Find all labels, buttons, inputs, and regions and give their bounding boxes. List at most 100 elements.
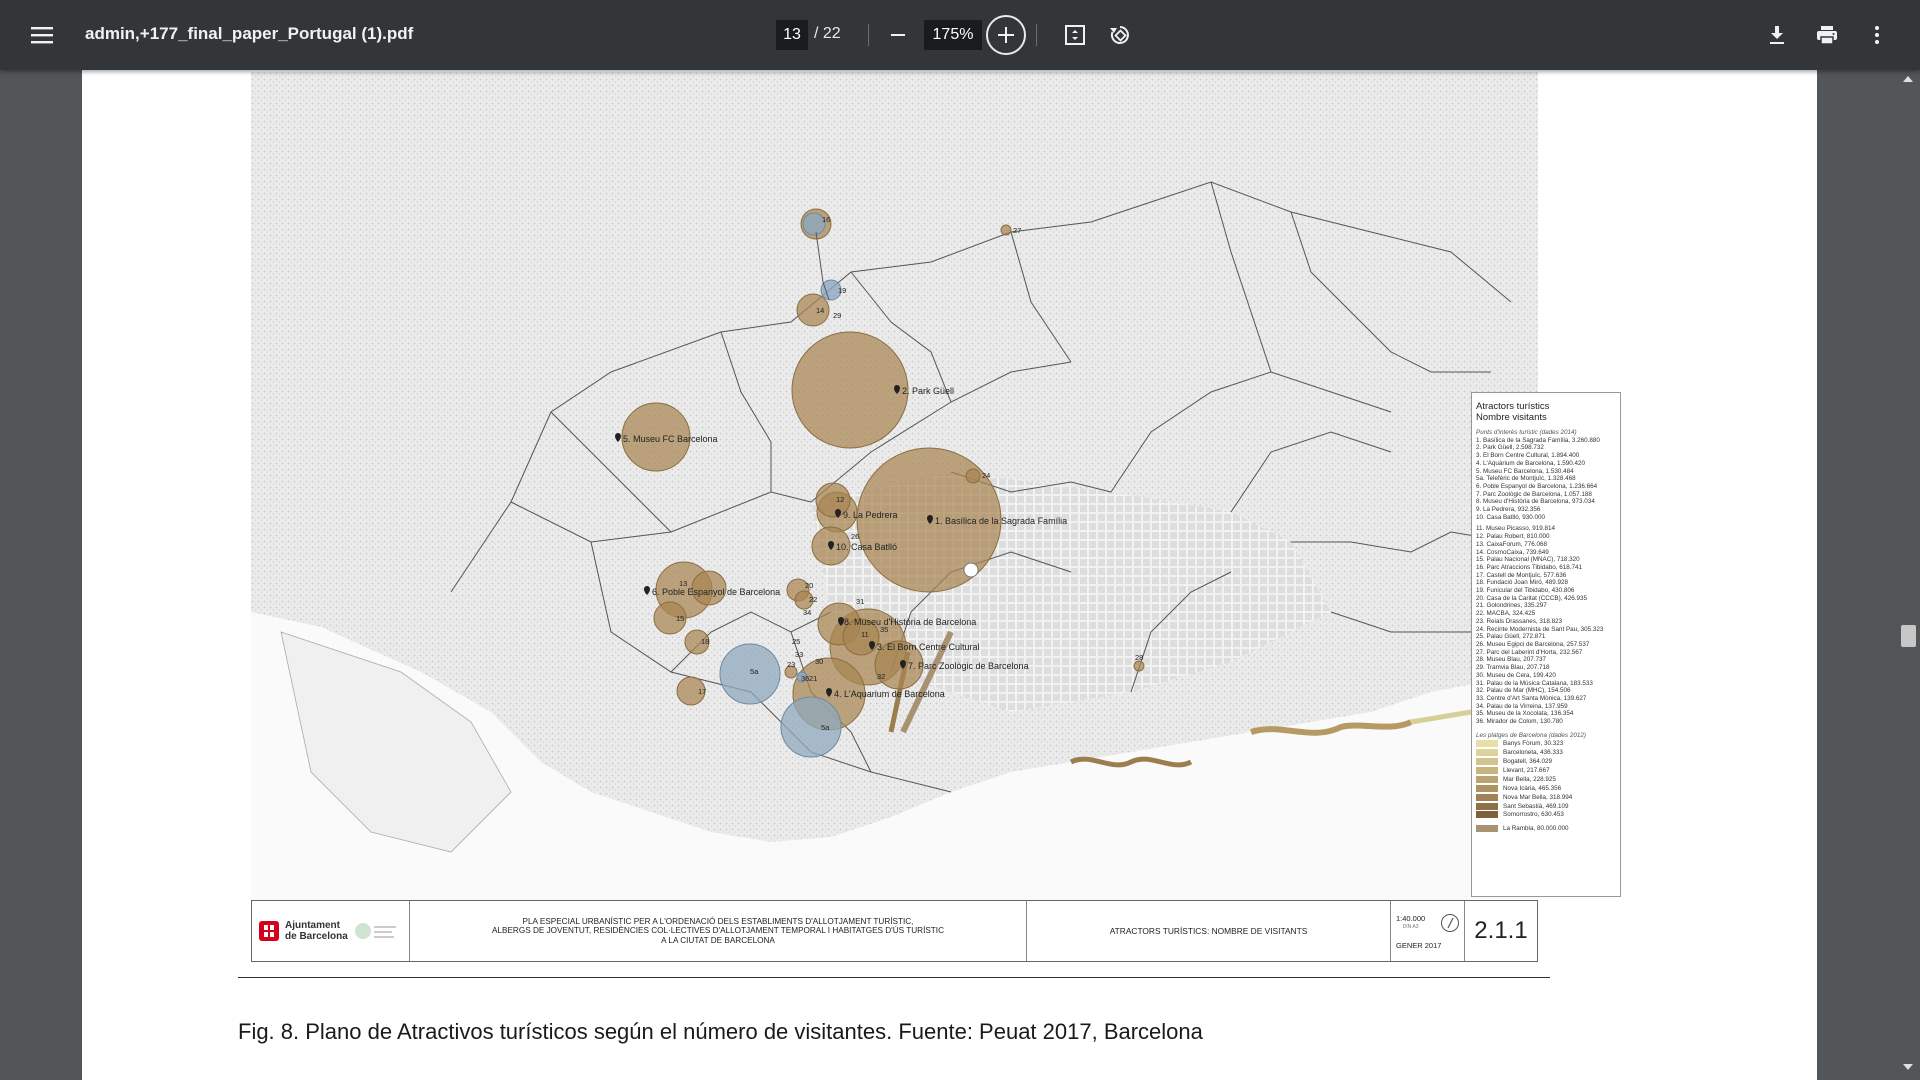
legend-entry: 8. Museu d'Història de Barcelona, 973.03…	[1476, 498, 1595, 506]
page-number-input[interactable]: 13	[776, 20, 808, 50]
download-button[interactable]	[1759, 17, 1795, 53]
legend-entry: 19. Funicular del Tibidabo, 430.806	[1476, 587, 1575, 595]
rotate-button[interactable]	[1102, 17, 1138, 53]
label-31: 31	[856, 597, 864, 606]
plus-icon	[998, 27, 1014, 43]
svg-text:1. Basílica de la Sagrada Famí: 1. Basílica de la Sagrada Família	[935, 516, 1067, 526]
scroll-down-arrow-icon[interactable]	[1903, 1064, 1913, 1070]
pdf-toolbar: admin,+177_final_paper_Portugal (1).pdf …	[0, 0, 1920, 70]
legend-entry: 18. Fundació Joan Miró, 489.928	[1476, 579, 1569, 587]
label-21: 21	[809, 674, 817, 683]
legend-entry: 11. Museu Picasso, 919.814	[1476, 525, 1555, 533]
legend-subtitle: Nombre visitants	[1476, 412, 1547, 423]
fit-page-button[interactable]	[1057, 17, 1093, 53]
label-13: 13	[679, 579, 687, 588]
svg-text:8. Museu d'Història de Barcelo: 8. Museu d'Història de Barcelona	[844, 617, 976, 627]
print-icon	[1817, 26, 1837, 45]
legend-entry: 3. El Born Centre Cultural, 1.894.400	[1476, 452, 1580, 460]
legend-entry: 29. Tramvia Blau, 207.718	[1476, 664, 1550, 672]
legend-entry: 30. Museu de Cera, 199.420	[1476, 671, 1556, 679]
legend-entry: 27. Parc del Laberint d'Horta, 232.567	[1476, 648, 1583, 656]
label-30: 30	[815, 657, 823, 666]
logo-text: de Barcelona	[285, 931, 348, 942]
map-legend: Atractors turístics Nombre visitants Pun…	[1471, 392, 1621, 897]
label-11: 11	[861, 630, 869, 639]
legend-beach-list: Banys Fòrum, 30.323 Barceloneta, 436.333 B…	[1476, 740, 1616, 819]
legend-beach-entry: Barceloneta, 436.333	[1476, 749, 1616, 757]
legend-entry: 22. MACBA, 324.425	[1476, 610, 1536, 618]
legend-swatch	[1476, 825, 1498, 833]
legend-beach-entry: Bogatell, 364.029	[1476, 758, 1616, 766]
minus-icon	[891, 34, 905, 36]
legend-entry: 9. La Pedrera, 932.356	[1476, 506, 1541, 514]
svg-text:3. El Born Centre Cultural: 3. El Born Centre Cultural	[877, 642, 980, 652]
rotate-icon	[1110, 26, 1129, 44]
bubble-park-guell	[791, 331, 909, 449]
plan-title: PLA ESPECIAL URBANÍSTIC PER A L'ORDENACI…	[410, 901, 1027, 961]
ajuntament-logo: Ajuntament de Barcelona	[252, 901, 410, 961]
print-button[interactable]	[1809, 17, 1845, 53]
label-19: 19	[838, 286, 846, 295]
label-17: 17	[698, 687, 706, 696]
label-museu-fcb: 5. Museu FC Barcelona	[615, 433, 718, 444]
svg-text:2. Park Güell: 2. Park Güell	[902, 386, 954, 396]
legend-items-top: 1. Basílica de la Sagrada Família, 3.260…	[1476, 437, 1616, 522]
page-count: / 22	[814, 25, 841, 42]
zoom-level-input[interactable]: 175%	[924, 20, 982, 50]
legend-beach-entry: Sant Sebastià, 469.109	[1476, 802, 1616, 811]
bubble-5a-south	[780, 696, 842, 758]
download-icon	[1770, 26, 1784, 44]
bubble-27	[1000, 224, 1012, 236]
scrollbar-thumb[interactable]	[1901, 625, 1916, 647]
sheet-number: 2.1.1	[1474, 917, 1528, 944]
svg-text:7. Parc Zoològic de Barcelona: 7. Parc Zoològic de Barcelona	[908, 661, 1029, 671]
label-24: 24	[982, 471, 990, 480]
legend-beach-entry: Nova Icària, 465.356	[1476, 784, 1616, 793]
label-33: 33	[795, 650, 803, 659]
bubble-24	[965, 468, 981, 484]
legend-section-points: Punts d'interès turístic (dades 2014)	[1476, 429, 1577, 436]
map-title-block: Ajuntament de Barcelona PLA ESPECIAL URB…	[251, 900, 1538, 962]
hamburger-menu-icon[interactable]	[24, 17, 60, 53]
label-poble-espanyol: 6. Poble Espanyol de Barcelona	[644, 586, 780, 597]
svg-text:9. La Pedrera: 9. La Pedrera	[843, 510, 898, 520]
figure-caption: Fig. 8. Plano de Atractivos turísticos s…	[238, 1019, 1203, 1044]
legend-beach-entry: Nova Mar Bella, 318.994	[1476, 793, 1616, 802]
scroll-up-arrow-icon[interactable]	[1903, 76, 1913, 82]
legend-entry: 6. Poble Espanyol de Barcelona, 1.236.66…	[1476, 482, 1598, 490]
label-35: 35	[880, 625, 888, 634]
legend-beach-entry: Banys Fòrum, 30.323	[1476, 740, 1616, 748]
legend-entry: 14. CosmoCaixa, 739.649	[1476, 548, 1549, 556]
label-la-pedrera: 9. La Pedrera	[835, 509, 898, 520]
legend-entry: 21. Golondrines, 335.297	[1476, 602, 1547, 610]
legend-beach-entry: Mar Bella, 228.925	[1476, 775, 1616, 784]
zoom-out-button[interactable]	[880, 17, 916, 53]
zoom-in-button[interactable]	[986, 15, 1026, 55]
label-zoo: 7. Parc Zoològic de Barcelona	[900, 660, 1029, 671]
more-options-button[interactable]	[1859, 17, 1895, 53]
label-el-born: 3. El Born Centre Cultural	[869, 641, 980, 652]
legend-entry: 25. Palau Güell, 272.871	[1476, 633, 1546, 641]
pdf-viewer[interactable]: 1. Basílica de la Sagrada Família 2. Par…	[0, 70, 1920, 1080]
vertical-scrollbar[interactable]	[1897, 70, 1920, 1080]
legend-entry: 16. Parc Atraccions Tibidabo, 618.741	[1476, 563, 1583, 571]
label-16: 16	[822, 215, 830, 224]
toolbar-divider	[868, 24, 869, 46]
legend-entry: 1. Basílica de la Sagrada Família, 3.260…	[1476, 436, 1600, 444]
roundabout	[963, 562, 979, 578]
legend-entry: 20. Casa de la Caritat (CCCB), 426.935	[1476, 594, 1587, 602]
legend-section-beaches: Les platges de Barcelona (dades 2012)	[1476, 731, 1586, 739]
label-aquarium: 4. L'Aquarium de Barcelona	[826, 688, 945, 699]
legend-title: Atractors turístics	[1476, 401, 1550, 412]
legend-swatch	[1476, 767, 1498, 775]
legend-entry: 12. Palau Robert, 810.000	[1476, 533, 1550, 541]
label-sagrada-familia: 1. Basílica de la Sagrada Família	[927, 515, 1067, 526]
legend-entry: 26. Museu Egipci de Barcelona, 257.537	[1476, 640, 1590, 648]
label-34: 34	[803, 608, 811, 617]
scale-block: 1:40.000 DIN A3 GENER 2017	[1391, 901, 1465, 961]
legend-items-bottom: 11. Museu Picasso, 919.814 12. Palau Robe…	[1476, 525, 1616, 725]
legend-swatch	[1476, 802, 1498, 810]
label-32: 32	[877, 672, 885, 681]
caption-divider	[238, 977, 1550, 978]
legend-beach-entry: Llevant, 217.667	[1476, 767, 1616, 775]
